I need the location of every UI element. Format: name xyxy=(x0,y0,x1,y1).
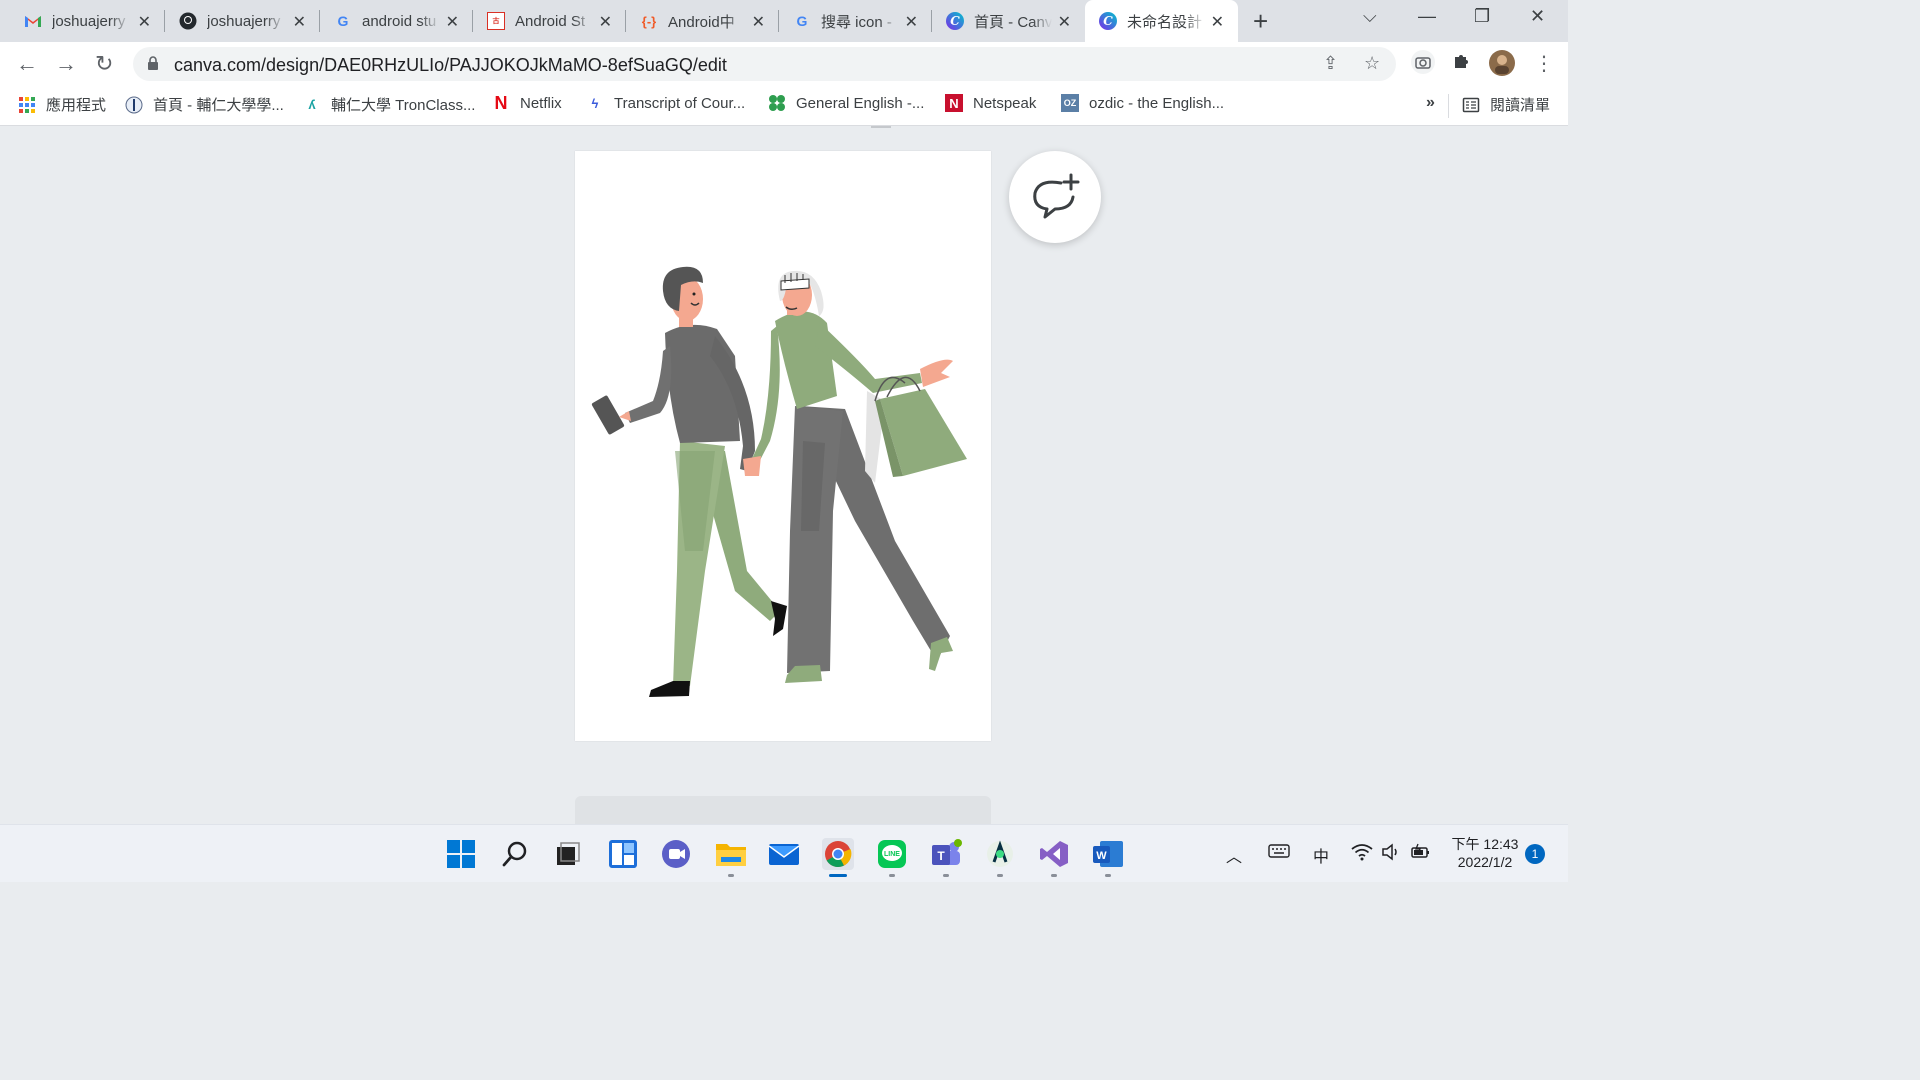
svg-text:T: T xyxy=(937,849,945,863)
widgets-icon[interactable] xyxy=(607,838,639,870)
tab-android-zh[interactable]: {-} Android中 ✕ xyxy=(626,0,779,42)
forward-icon[interactable]: → xyxy=(55,51,77,77)
bookmark-star-icon[interactable]: ☆ xyxy=(1364,53,1380,74)
task-view-icon[interactable] xyxy=(552,838,584,870)
ozdic-icon: OZ xyxy=(1061,94,1079,112)
canva-icon: C xyxy=(946,12,964,30)
restore-icon[interactable]: ❐ xyxy=(1474,6,1490,27)
github-icon xyxy=(179,12,197,30)
battery-charging-icon[interactable] xyxy=(1410,843,1432,866)
lock-icon xyxy=(148,56,158,70)
google-icon: G xyxy=(337,13,349,29)
chrome-menu-icon[interactable]: ⋮ xyxy=(1534,51,1554,76)
svg-text:LINE: LINE xyxy=(884,851,900,858)
windows-taskbar: LINE T W ︿ 中 下午 12:43 2022/1/2 1 xyxy=(0,824,1568,882)
tab-close-icon[interactable]: ✕ xyxy=(293,12,306,32)
apps-grid-icon xyxy=(18,96,36,114)
bookmarks-bar: 應用程式 首頁 - 輔仁大學學... ʎ 輔仁大學 TronClass... N… xyxy=(0,86,1568,126)
tab-close-icon[interactable]: ✕ xyxy=(905,12,918,32)
page-drag-handle[interactable] xyxy=(871,126,891,128)
bookmark-tronclass[interactable]: ʎ 輔仁大學 TronClass... xyxy=(303,94,475,115)
general-english-icon xyxy=(768,94,786,112)
chrome-icon[interactable] xyxy=(822,838,854,870)
clock-time: 下午 12:43 xyxy=(1451,836,1519,852)
site-icon: 古 xyxy=(487,12,505,30)
tab-close-icon[interactable]: ✕ xyxy=(446,12,459,32)
comment-add-icon xyxy=(1033,173,1080,219)
netspeak-icon: N xyxy=(945,94,963,112)
more-bookmarks-chevron-icon[interactable]: » xyxy=(1426,94,1435,112)
tab-close-icon[interactable]: ✕ xyxy=(1058,12,1071,32)
transcript-icon: ϟ xyxy=(591,95,599,111)
tab-close-icon[interactable]: ✕ xyxy=(1211,12,1224,32)
show-hidden-icons-chevron-icon[interactable]: ︿ xyxy=(1226,843,1242,867)
url-text[interactable]: canva.com/design/DAE0RHzULIo/PAJJOKOJkMa… xyxy=(174,55,727,76)
line-icon[interactable]: LINE xyxy=(876,838,908,870)
system-clock[interactable]: 下午 12:43 2022/1/2 xyxy=(1448,835,1522,871)
bookmark-apps[interactable]: 應用程式 xyxy=(18,94,106,115)
word-icon[interactable]: W xyxy=(1092,838,1124,870)
netflix-icon: N xyxy=(494,92,508,113)
touch-keyboard-icon[interactable] xyxy=(1268,843,1290,864)
tab-canva-design-active[interactable]: C 未命名設計 ✕ xyxy=(1085,0,1238,42)
android-studio-icon[interactable] xyxy=(984,838,1016,870)
volume-icon[interactable] xyxy=(1381,843,1401,866)
tab-strip: joshuajerry ✕ joshuajerry ✕ G android st… xyxy=(0,0,1568,42)
google-icon: G xyxy=(796,13,808,29)
tab-close-icon[interactable]: ✕ xyxy=(752,12,765,32)
wifi-icon[interactable] xyxy=(1351,843,1373,866)
add-comment-button[interactable] xyxy=(1009,151,1101,243)
profile-avatar[interactable] xyxy=(1488,49,1516,83)
notification-count-badge[interactable]: 1 xyxy=(1525,844,1545,864)
tab-android-st[interactable]: 古 Android St ✕ xyxy=(473,0,626,42)
tab-close-icon[interactable]: ✕ xyxy=(599,12,612,32)
search-icon[interactable] xyxy=(499,838,531,870)
tab-android-studio-search[interactable]: G android stu ✕ xyxy=(320,0,473,42)
reload-icon[interactable]: ↻ xyxy=(95,51,113,77)
file-explorer-icon[interactable] xyxy=(715,838,747,870)
visual-studio-icon[interactable] xyxy=(1038,838,1070,870)
clock-date: 2022/1/2 xyxy=(1457,854,1513,870)
ime-indicator[interactable]: 中 xyxy=(1313,843,1329,867)
start-icon[interactable] xyxy=(445,838,477,870)
canva-icon: C xyxy=(1099,12,1117,30)
reading-list-icon xyxy=(1462,96,1480,114)
reading-list-button[interactable]: 閱讀清單 xyxy=(1462,94,1550,115)
gmail-icon xyxy=(24,12,42,30)
code-icon: {-} xyxy=(641,13,657,29)
bookmark-general-english[interactable]: General English -... xyxy=(768,94,924,112)
tab-github[interactable]: joshuajerry ✕ xyxy=(165,0,320,42)
bookmark-netflix[interactable]: N Netflix xyxy=(492,92,562,113)
bookmark-fju-home[interactable]: 首頁 - 輔仁大學學... xyxy=(125,94,284,115)
teams-chat-icon[interactable] xyxy=(660,838,692,870)
tab-search-dropdown-icon[interactable]: ⌵ xyxy=(1363,6,1377,27)
teams-icon[interactable]: T xyxy=(930,838,962,870)
svg-text:W: W xyxy=(1096,850,1107,862)
next-page-preview[interactable] xyxy=(575,796,991,824)
tab-close-icon[interactable]: ✕ xyxy=(138,12,151,32)
canva-workspace xyxy=(0,126,1568,824)
couple-shopping-illustration[interactable] xyxy=(575,151,991,741)
address-bar[interactable]: canva.com/design/DAE0RHzULIo/PAJJOKOJkMa… xyxy=(133,47,1396,81)
minimize-icon[interactable]: — xyxy=(1418,6,1436,27)
back-icon[interactable]: ← xyxy=(16,51,38,77)
close-window-icon[interactable]: ✕ xyxy=(1530,6,1545,27)
tab-search-icon[interactable]: G 搜尋 icon - ✕ xyxy=(779,0,932,42)
bookmark-netspeak[interactable]: N Netspeak xyxy=(945,94,1036,112)
bookmark-ozdic[interactable]: OZ ozdic - the English... xyxy=(1061,94,1224,112)
share-icon[interactable]: ⇪ xyxy=(1323,53,1338,74)
tab-gmail[interactable]: joshuajerry ✕ xyxy=(0,0,165,42)
mail-icon[interactable] xyxy=(768,838,800,870)
screenshot-camera-icon[interactable] xyxy=(1410,49,1436,81)
design-page[interactable] xyxy=(575,151,991,741)
svg-text:C: C xyxy=(950,14,960,28)
bookmark-transcript[interactable]: ϟ Transcript of Cour... xyxy=(586,94,746,112)
new-tab-icon[interactable]: + xyxy=(1253,6,1268,37)
browser-toolbar: ← → ↻ canva.com/design/DAE0RHzULIo/PAJJO… xyxy=(0,42,1568,86)
extensions-puzzle-icon[interactable] xyxy=(1452,51,1472,77)
fju-logo-icon xyxy=(125,96,143,114)
svg-text:C: C xyxy=(1103,14,1113,28)
tab-canva-home[interactable]: C 首頁 - Canv ✕ xyxy=(932,0,1085,42)
tronclass-icon: ʎ xyxy=(308,97,316,112)
